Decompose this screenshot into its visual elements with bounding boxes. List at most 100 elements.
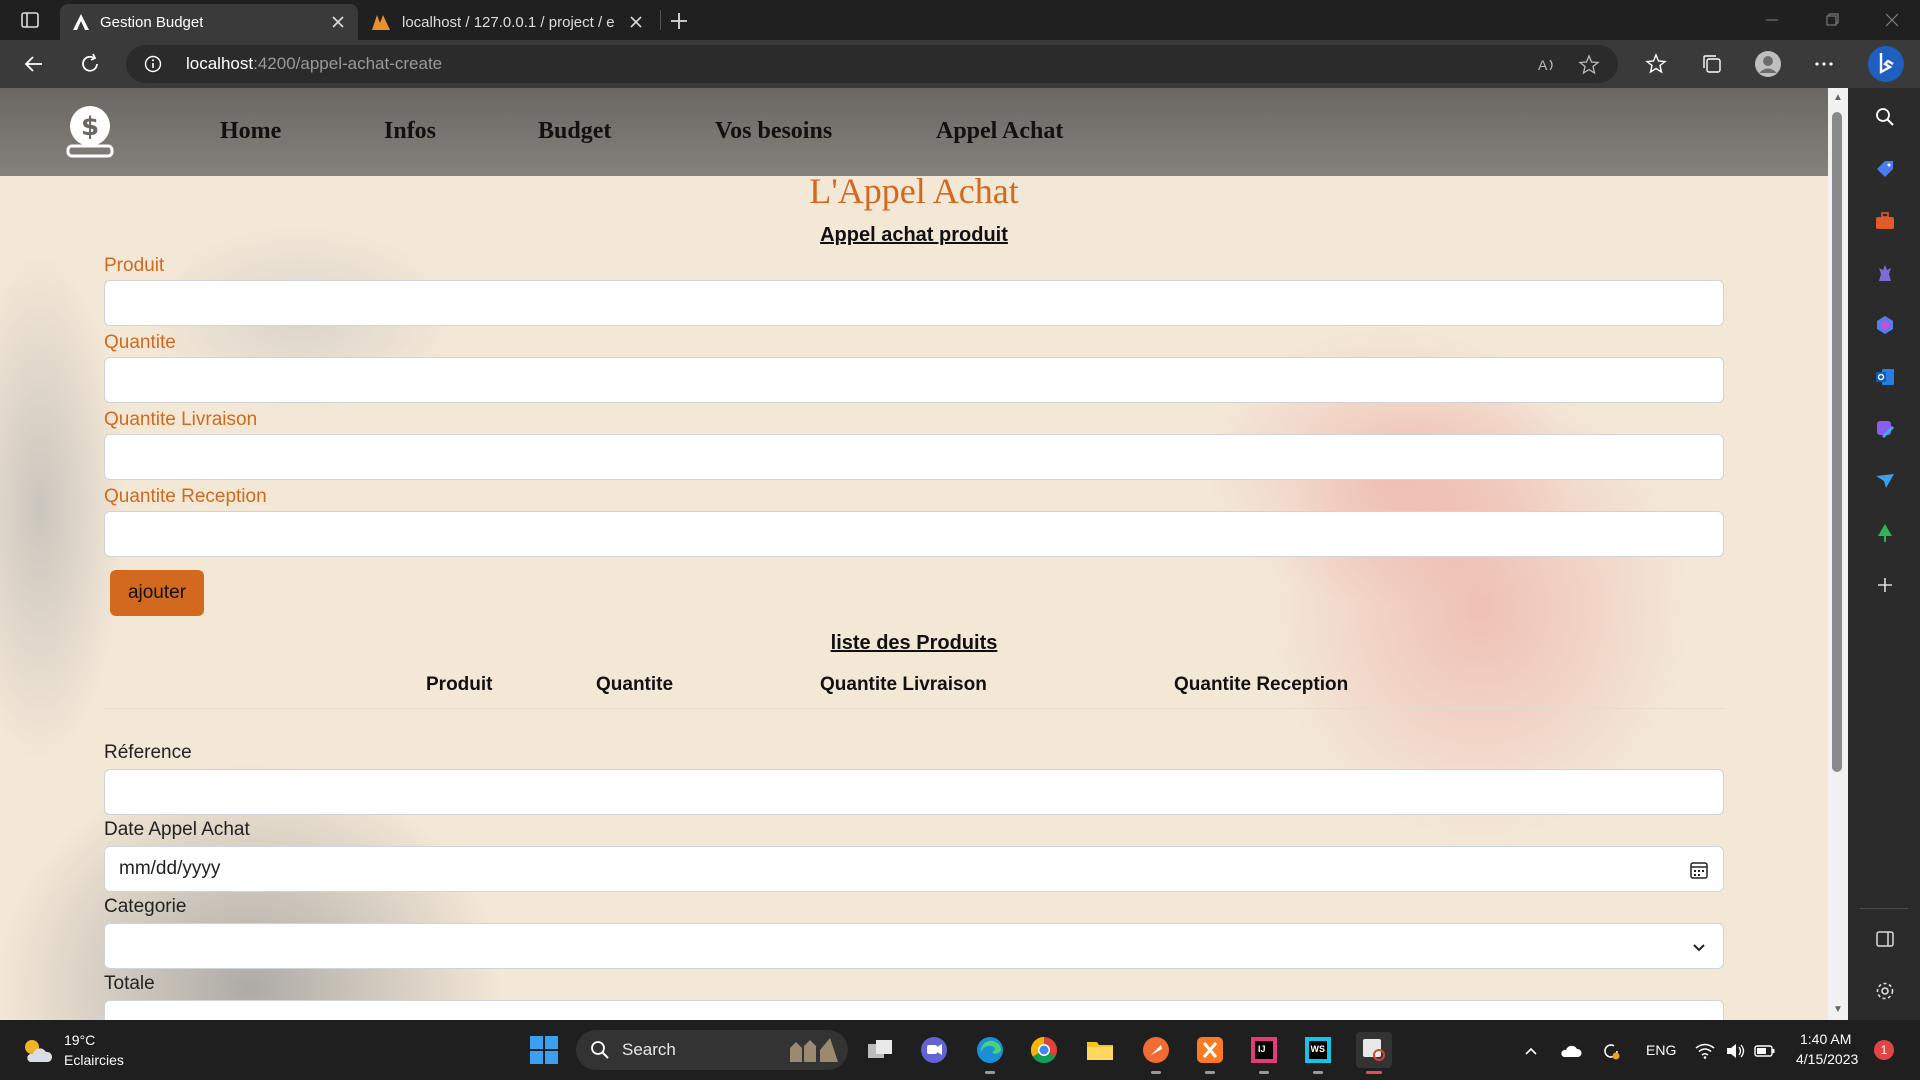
collections-icon[interactable] [1698,50,1726,78]
svg-text:IJ: IJ [1258,1044,1266,1054]
close-tab-icon[interactable] [330,14,346,30]
xampp-icon[interactable] [1192,1032,1228,1074]
search-icon[interactable] [1872,104,1898,130]
tab-gestion-budget[interactable]: Gestion Budget [60,4,358,40]
tab-label: localhost / 127.0.0.1 / project / e [402,13,615,31]
language-indicator[interactable]: ENG [1646,1042,1676,1058]
games-icon[interactable] [1872,260,1898,286]
reference-input[interactable] [104,769,1724,815]
ajouter-button[interactable]: ajouter [110,570,204,616]
product-section-title: Appel achat produit [820,224,1008,246]
nav-vos-besoins[interactable]: Vos besoins [715,118,832,145]
weather-condition: Eclaircies [64,1052,124,1068]
microsoft-365-icon[interactable] [1872,312,1898,338]
scroll-up-icon[interactable]: ▲ [1832,92,1844,104]
battery-icon[interactable] [1754,1040,1776,1062]
running-indicator [985,1071,995,1074]
sidebar-divider [1860,908,1908,909]
task-view-icon[interactable] [862,1032,898,1068]
quantite-reception-label: Quantite Reception [104,486,267,507]
tab-actions-icon[interactable] [18,8,42,32]
settings-gear-icon[interactable] [1872,978,1898,1004]
chrome-icon[interactable] [1026,1032,1062,1068]
scroll-thumb[interactable] [1832,112,1842,772]
money-bag-icon[interactable]: $ [62,102,118,160]
more-options-icon[interactable] [1810,50,1838,78]
produit-input[interactable] [104,280,1724,326]
search-label: Search [622,1040,676,1059]
nav-infos[interactable]: Infos [384,118,436,145]
shopping-tag-icon[interactable] [1872,156,1898,182]
site-info-icon[interactable] [144,55,162,73]
categorie-select[interactable] [104,923,1724,969]
favorites-icon[interactable] [1642,50,1670,78]
date-appel-achat-input[interactable]: mm/dd/yyyy [104,846,1724,892]
nav-appel-achat[interactable]: Appel Achat [936,118,1063,145]
minimize-icon[interactable] [1752,6,1792,34]
nav-budget[interactable]: Budget [538,118,611,145]
intellij-icon[interactable]: IJ [1246,1032,1282,1074]
notification-badge[interactable]: 1 [1874,1040,1894,1060]
windows-start-icon[interactable] [526,1032,562,1068]
url-host: localhost [186,54,254,73]
search-highlight-icon [790,1038,838,1062]
webstorm-icon[interactable]: WS [1300,1032,1336,1074]
restore-icon[interactable] [1812,6,1852,34]
tab-phpmyadmin[interactable]: localhost / 127.0.0.1 / project / e [358,4,656,40]
page-viewport: $ Home Infos Budget Vos besoins Appel Ac… [0,88,1828,1020]
new-tab-icon[interactable] [666,8,692,34]
svg-text:$: $ [81,112,99,142]
show-hidden-icons-chevron[interactable] [1520,1040,1542,1062]
back-arrow-icon[interactable] [20,50,48,78]
site-navbar: $ Home Infos Budget Vos besoins Appel Ac… [0,88,1828,176]
quantite-livraison-label: Quantite Livraison [104,409,258,430]
teams-chat-icon[interactable] [916,1032,952,1068]
designer-icon[interactable] [1872,416,1898,442]
bing-copilot-icon[interactable] [1866,44,1906,84]
table-header-quantite-livraison: Quantite Livraison [820,674,987,695]
address-bar[interactable]: localhost:4200/appel-achat-create A [126,45,1618,83]
active-indicator [1366,1071,1382,1074]
tools-briefcase-icon[interactable] [1872,208,1898,234]
taskbar-search[interactable]: Search [576,1030,848,1070]
clock-time[interactable]: 1:40 AM [1800,1031,1851,1047]
running-indicator [1151,1071,1161,1074]
nav-home[interactable]: Home [220,118,281,145]
clock-date[interactable]: 4/15/2023 [1796,1051,1858,1067]
edge-browser-icon[interactable] [972,1032,1008,1074]
quantite-input[interactable] [104,357,1724,403]
read-aloud-icon[interactable]: A [1536,54,1558,76]
send-icon[interactable] [1872,468,1898,494]
table-header-produit: Produit [426,674,493,695]
wifi-icon[interactable] [1694,1040,1716,1062]
quantite-reception-input[interactable] [104,511,1724,557]
favorite-add-icon[interactable] [1578,54,1600,76]
volume-icon[interactable] [1724,1040,1746,1062]
phpmyadmin-icon [372,15,390,30]
file-explorer-icon[interactable] [1082,1032,1118,1068]
sidebar-layout-icon[interactable] [1872,926,1898,952]
sync-icon[interactable] [1600,1040,1622,1062]
produit-label: Produit [104,255,165,276]
outlook-icon[interactable] [1872,364,1898,390]
search-icon [591,1041,609,1059]
tree-icon[interactable] [1872,520,1898,546]
quantite-livraison-input[interactable] [104,434,1724,480]
add-sidebar-app-icon[interactable] [1872,572,1898,598]
page-title: L'Appel Achat [809,171,1019,211]
close-window-icon[interactable] [1872,6,1912,34]
snipping-tool-icon[interactable] [1356,1032,1392,1074]
close-tab-icon[interactable] [628,14,644,30]
page-scrollbar[interactable]: ▲ ▼ [1828,88,1848,1020]
calendar-icon[interactable] [1689,860,1709,880]
weather-widget[interactable]: 19°C Eclaircies [20,1032,160,1072]
profile-avatar-icon[interactable] [1754,50,1782,78]
refresh-icon[interactable] [76,50,104,78]
onedrive-cloud-icon[interactable] [1560,1040,1582,1062]
svg-text:A: A [1538,57,1548,73]
totale-input[interactable] [104,1000,1724,1020]
running-indicator [1259,1071,1269,1074]
postman-icon[interactable] [1138,1032,1174,1074]
edge-sidebar [1848,88,1920,1020]
scroll-down-icon[interactable]: ▼ [1832,1004,1844,1016]
